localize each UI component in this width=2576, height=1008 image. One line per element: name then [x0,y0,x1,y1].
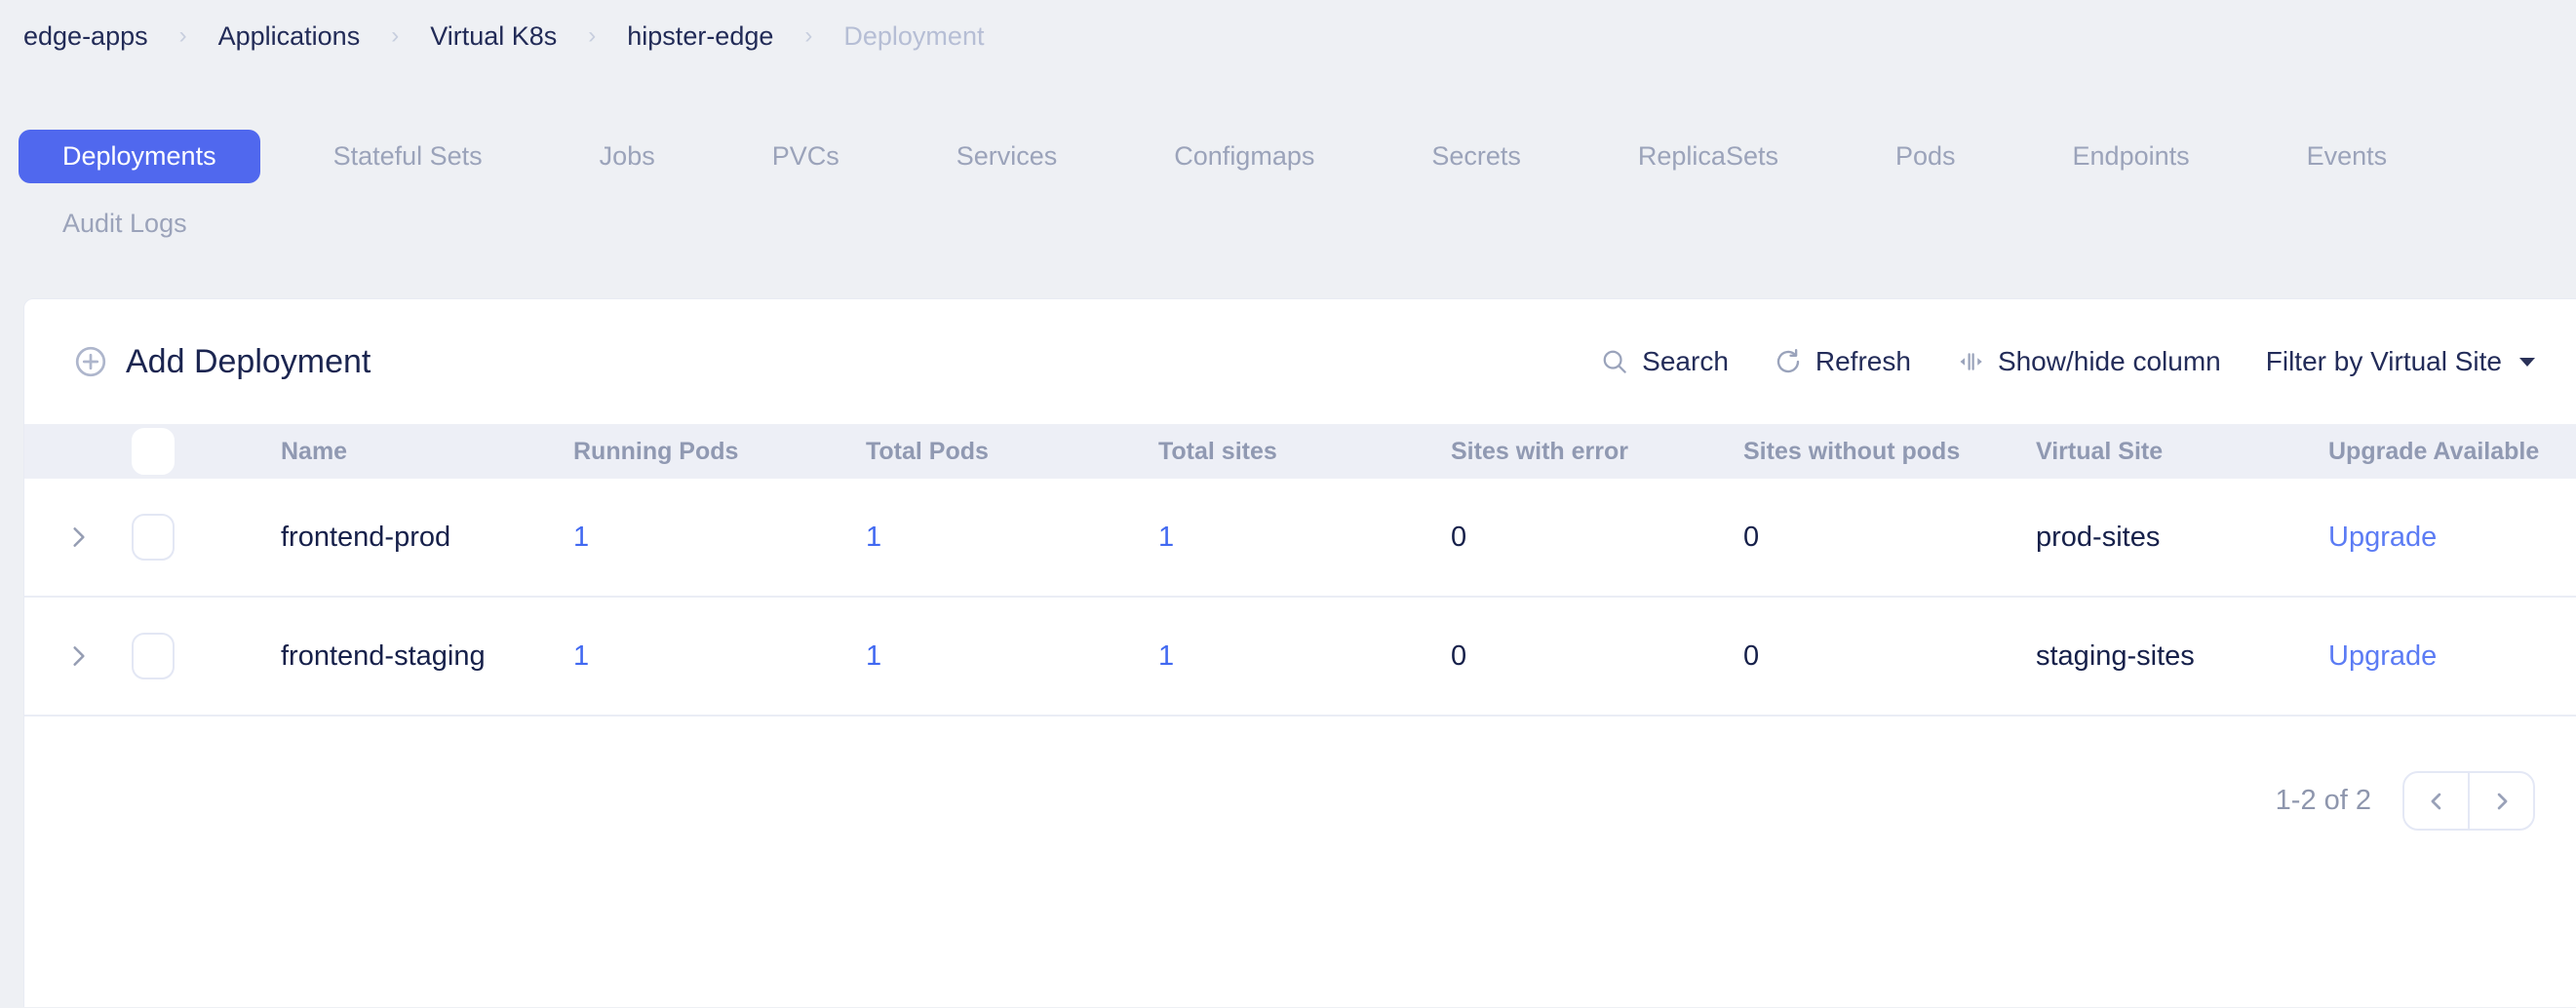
expand-row-button[interactable] [24,522,132,553]
tab-endpoints[interactable]: Endpoints [2029,130,2234,183]
column-header-running-pods: Running Pods [573,438,866,466]
sites-without-pods-value: 0 [1743,522,2036,554]
breadcrumb-separator-icon: › [588,22,596,50]
column-header-upgrade-available: Upgrade Available [2328,438,2576,466]
breadcrumb-edge-apps[interactable]: edge-apps [23,21,148,52]
previous-page-button[interactable] [2404,773,2468,829]
refresh-button[interactable]: Refresh [1774,346,1911,377]
tab-replicasets[interactable]: ReplicaSets [1594,130,1822,183]
tab-events[interactable]: Events [2263,130,2432,183]
search-button[interactable]: Search [1600,346,1729,377]
pagination: 1-2 of 2 [24,717,2576,831]
column-header-total-pods: Total Pods [866,438,1158,466]
add-deployment-button[interactable]: Add Deployment [73,343,371,381]
column-header-sites-without-pods: Sites without pods [1743,438,2036,466]
virtual-site-value: prod-sites [2036,522,2328,554]
add-deployment-label: Add Deployment [126,343,371,381]
chevron-right-icon [62,640,94,672]
chevron-right-icon [2488,788,2516,815]
refresh-icon [1774,347,1803,376]
total-pods-link[interactable]: 1 [866,522,881,553]
virtual-site-value: staging-sites [2036,640,2328,673]
table-row: frontend-staging 1 1 1 0 0 staging-sites… [24,598,2576,717]
running-pods-link[interactable]: 1 [573,522,589,553]
deployment-name: frontend-prod [217,522,573,554]
upgrade-link[interactable]: Upgrade [2328,640,2437,672]
chevron-left-icon [2423,788,2450,815]
breadcrumb: edge-apps › Applications › Virtual K8s ›… [0,0,2576,52]
table-toolbar: Search Refresh [1600,346,2537,377]
plus-circle-icon [73,344,108,379]
breadcrumb-separator-icon: › [391,22,399,50]
deployments-panel: Add Deployment Search [23,298,2576,1007]
tab-bar: Deployments Stateful Sets Jobs PVCs Serv… [19,130,2576,251]
chevron-down-icon [2517,355,2537,368]
expand-row-button[interactable] [24,640,132,672]
tab-services[interactable]: Services [913,130,1102,183]
sites-with-error-value: 0 [1451,522,1743,554]
column-header-name: Name [217,438,573,466]
sites-with-error-value: 0 [1451,640,1743,673]
total-sites-link[interactable]: 1 [1158,640,1174,672]
next-page-button[interactable] [2468,773,2533,829]
tab-pods[interactable]: Pods [1852,130,2000,183]
search-icon [1600,347,1629,376]
tab-secrets[interactable]: Secrets [1387,130,1565,183]
row-checkbox[interactable] [132,633,217,679]
show-hide-column-button[interactable]: Show/hide column [1956,346,2221,377]
total-sites-link[interactable]: 1 [1158,522,1174,553]
upgrade-link[interactable]: Upgrade [2328,522,2437,553]
tab-row-1: Deployments Stateful Sets Jobs PVCs Serv… [19,130,2576,183]
show-hide-column-label: Show/hide column [1998,346,2221,377]
table-header-row: Name Running Pods Total Pods Total sites… [24,424,2576,479]
breadcrumb-separator-icon: › [179,22,187,50]
column-header-total-sites: Total sites [1158,438,1451,466]
filter-virtual-site-dropdown[interactable]: Filter by Virtual Site [2266,346,2537,377]
select-all-checkbox[interactable] [132,428,217,475]
refresh-label: Refresh [1815,346,1911,377]
tab-jobs[interactable]: Jobs [556,130,699,183]
column-toggle-icon [1956,347,1985,376]
filter-virtual-site-label: Filter by Virtual Site [2266,346,2502,377]
panel-header: Add Deployment Search [24,299,2576,424]
column-header-virtual-site: Virtual Site [2036,438,2328,466]
page-range-label: 1-2 of 2 [2276,785,2371,817]
chevron-right-icon [62,522,94,553]
row-checkbox[interactable] [132,514,217,561]
breadcrumb-deployment: Deployment [843,21,984,52]
breadcrumb-hipster-edge[interactable]: hipster-edge [627,21,773,52]
deployment-name: frontend-staging [217,640,573,673]
tab-configmaps[interactable]: Configmaps [1130,130,1358,183]
breadcrumb-virtual-k8s[interactable]: Virtual K8s [430,21,557,52]
tab-audit-logs[interactable]: Audit Logs [19,197,231,251]
tab-stateful-sets[interactable]: Stateful Sets [290,130,527,183]
tab-pvcs[interactable]: PVCs [728,130,883,183]
tab-deployments[interactable]: Deployments [19,130,260,183]
breadcrumb-separator-icon: › [804,22,812,50]
total-pods-link[interactable]: 1 [866,640,881,672]
column-header-sites-with-error: Sites with error [1451,438,1743,466]
sites-without-pods-value: 0 [1743,640,2036,673]
breadcrumb-applications[interactable]: Applications [218,21,361,52]
pager-controls [2402,771,2535,831]
tab-row-2: Audit Logs [19,197,2576,251]
table-row: frontend-prod 1 1 1 0 0 prod-sites Upgra… [24,479,2576,598]
search-label: Search [1642,346,1729,377]
running-pods-link[interactable]: 1 [573,640,589,672]
